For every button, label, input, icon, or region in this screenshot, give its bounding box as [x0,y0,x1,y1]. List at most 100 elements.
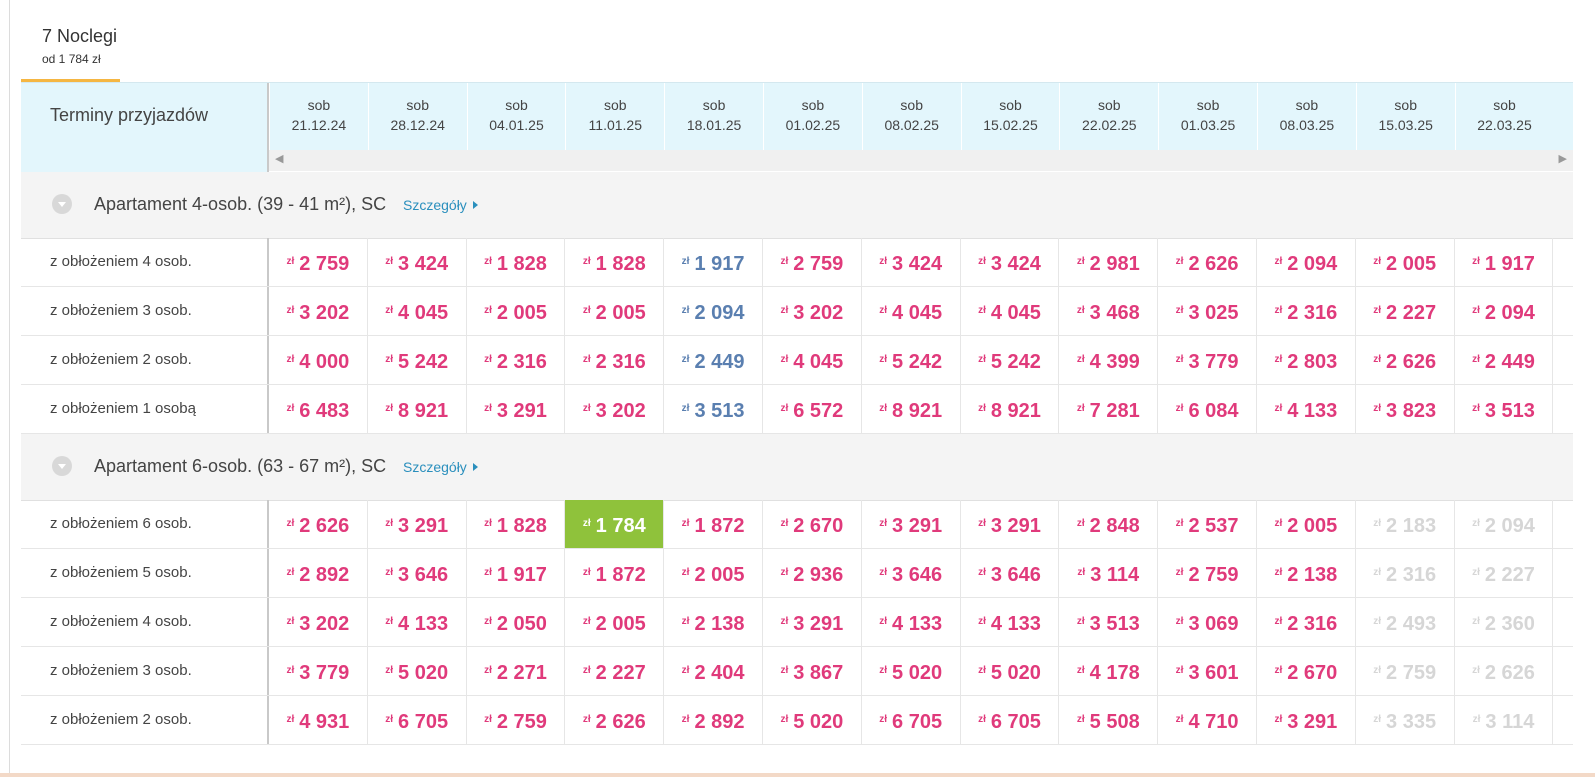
price-cell[interactable]: zł 3 468 [1059,287,1159,335]
price-cell[interactable]: zł 2 316 [565,336,665,384]
price-cell[interactable]: zł 3 601 [1158,647,1257,695]
price-cell[interactable]: zł 3 513 [1059,598,1159,646]
price-cell[interactable]: zł 8 921 [862,385,961,433]
price-cell[interactable]: zł 3 646 [368,549,467,597]
vertical-scrollbar[interactable] [1573,0,1595,777]
price-cell[interactable]: zł 3 867 [763,647,862,695]
price-cell[interactable]: zł 5 242 [862,336,961,384]
price-cell[interactable]: zł 4 045 [862,287,961,335]
price-cell[interactable]: zł 4 133 [368,598,467,646]
price-cell[interactable]: zł 6 572 [763,385,862,433]
price-cell[interactable]: zł 2 449 [1455,336,1554,384]
price-cell[interactable]: zł 2 227 [1455,549,1554,597]
price-cell[interactable]: zł 2 892 [269,549,368,597]
price-cell[interactable]: zł 1 872 [664,500,763,548]
price-cell[interactable]: zł 2 005 [1356,238,1455,286]
price-cell[interactable]: zł 3 513 [664,385,763,433]
price-cell[interactable]: zł 6 483 [269,385,368,433]
price-cell[interactable]: zł 1 828 [565,238,665,286]
price-cell[interactable]: zł 2 138 [664,598,763,646]
price-cell[interactable]: zł 2 449 [664,336,763,384]
price-cell[interactable]: zł 2 271 [467,647,566,695]
price-cell[interactable]: zł 3 291 [862,500,961,548]
price-cell[interactable]: zł 7 281 [1059,385,1159,433]
price-cell[interactable]: zł 2 759 [763,238,862,286]
price-cell[interactable]: zł 2 670 [763,500,862,548]
price-cell[interactable]: zł 2 493 [1356,598,1455,646]
scroll-left-icon[interactable]: ◀ [275,152,283,165]
price-cell[interactable]: zł 3 646 [862,549,961,597]
price-cell[interactable]: zł 4 710 [1158,696,1257,744]
scroll-right-icon[interactable]: ▶ [1559,152,1567,165]
price-cell[interactable]: zł 2 759 [269,238,368,286]
price-cell[interactable]: zł 2 183 [1356,500,1455,548]
price-cell[interactable]: zł 3 646 [961,549,1060,597]
price-cell[interactable]: zł 3 291 [763,598,862,646]
price-cell[interactable]: zł 3 202 [565,385,665,433]
price-cell[interactable]: zł 4 000 [269,336,368,384]
price-cell[interactable]: zł 2 094 [1257,238,1356,286]
price-cell[interactable]: zł 3 823 [1356,385,1455,433]
price-cell[interactable]: zł 2 050 [467,598,566,646]
price-cell[interactable]: zł 3 779 [269,647,368,695]
price-cell[interactable]: zł 5 020 [961,647,1060,695]
price-cell[interactable]: zł 2 626 [269,500,368,548]
price-cell[interactable]: zł 2 094 [1455,287,1554,335]
price-cell[interactable]: zł 3 424 [961,238,1060,286]
price-cell[interactable]: zł 2 316 [1356,549,1455,597]
price-cell[interactable]: zł 5 242 [368,336,467,384]
price-cell[interactable]: zł 2 227 [565,647,665,695]
price-cell[interactable]: zł 2 227 [1356,287,1455,335]
price-cell[interactable]: zł 3 025 [1158,287,1257,335]
price-cell[interactable]: zł 1 917 [664,238,763,286]
price-cell[interactable]: zł 3 069 [1158,598,1257,646]
price-cell[interactable]: zł 5 508 [1059,696,1159,744]
price-cell[interactable]: zł 6 705 [368,696,467,744]
price-cell[interactable]: zł 2 316 [467,336,566,384]
price-cell[interactable]: zł 6 705 [961,696,1060,744]
horizontal-scrollbar[interactable]: ◀ ▶ [269,150,1573,171]
price-cell[interactable]: zł 2 005 [664,549,763,597]
price-cell[interactable]: zł 5 020 [862,647,961,695]
price-cell[interactable]: zł 3 291 [961,500,1060,548]
price-cell[interactable]: zł 2 848 [1059,500,1159,548]
price-cell[interactable]: zł 3 424 [368,238,467,286]
price-cell[interactable]: zł 3 202 [269,287,368,335]
price-cell[interactable]: zł 4 045 [763,336,862,384]
price-cell[interactable]: zł 2 670 [1257,647,1356,695]
price-cell[interactable]: zł 2 005 [467,287,566,335]
price-cell[interactable]: zł 2 316 [1257,287,1356,335]
price-cell[interactable]: zł 2 360 [1455,598,1554,646]
price-cell[interactable]: zł 2 759 [467,696,566,744]
price-cell[interactable]: zł 2 892 [664,696,763,744]
price-cell[interactable]: zł 4 178 [1059,647,1159,695]
price-cell[interactable]: zł 1 872 [565,549,665,597]
price-cell[interactable]: zł 5 020 [763,696,862,744]
price-cell[interactable]: zł 3 114 [1455,696,1554,744]
price-cell[interactable]: zł 2 537 [1158,500,1257,548]
details-link[interactable]: Szczegóły [403,459,478,475]
price-cell[interactable]: zł 5 020 [368,647,467,695]
price-cell[interactable]: zł 2 759 [1158,549,1257,597]
collapse-toggle-icon[interactable] [52,194,72,214]
price-cell[interactable]: zł 2 005 [565,287,665,335]
price-cell[interactable]: zł 2 005 [1257,500,1356,548]
price-cell[interactable]: zł 2 404 [664,647,763,695]
price-cell[interactable]: zł 3 424 [862,238,961,286]
price-cell[interactable]: zł 3 335 [1356,696,1455,744]
price-cell[interactable]: zł 8 921 [368,385,467,433]
price-cell[interactable]: zł 6 705 [862,696,961,744]
price-cell[interactable]: zł 5 242 [961,336,1060,384]
price-cell[interactable]: zł 2 005 [565,598,665,646]
price-cell[interactable]: zł 2 626 [1158,238,1257,286]
tab-title[interactable]: 7 Noclegi [42,26,117,47]
price-cell[interactable]: zł 4 045 [961,287,1060,335]
price-cell[interactable]: zł 2 981 [1059,238,1159,286]
price-cell[interactable]: zł 2 936 [763,549,862,597]
price-cell[interactable]: zł 2 626 [1455,647,1554,695]
price-cell[interactable]: zł 4 133 [862,598,961,646]
price-cell[interactable]: zł 3 291 [368,500,467,548]
details-link[interactable]: Szczegóły [403,197,478,213]
price-cell[interactable]: zł 2 759 [1356,647,1455,695]
price-cell[interactable]: zł 2 626 [565,696,665,744]
